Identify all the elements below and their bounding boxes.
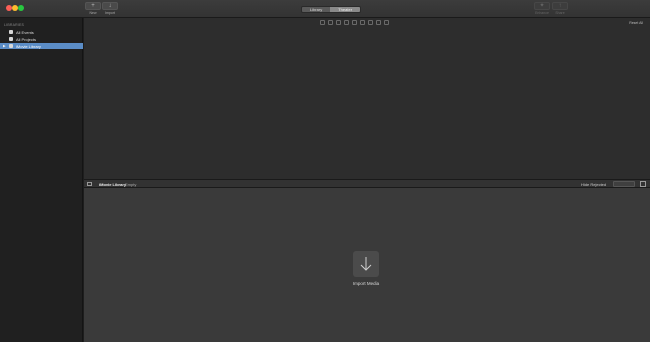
speed-icon[interactable] xyxy=(368,20,373,25)
import-arrow-icon: ↓ xyxy=(102,2,118,10)
clip-filter-icon[interactable] xyxy=(376,20,381,25)
sidebar-toggle-icon[interactable] xyxy=(87,182,92,186)
tab-theater[interactable]: Theater xyxy=(330,7,361,12)
sidebar-item-label: All Projects xyxy=(16,36,37,42)
sidebar-item-imovie-library[interactable]: ▶ iMovie Library xyxy=(0,43,83,49)
toolbar: + New ↓ Import Library Theater ✦ Enhance… xyxy=(0,0,650,18)
sidebar-header: LIBRARIES xyxy=(4,23,25,27)
tab-library[interactable]: Library xyxy=(302,7,331,12)
viewer: Reset All xyxy=(84,18,650,179)
view-switcher: Library Theater xyxy=(301,6,362,13)
import-media-button[interactable] xyxy=(353,251,379,277)
adjustment-toolbar xyxy=(320,20,389,25)
new-label: New xyxy=(89,11,97,15)
film-icon xyxy=(9,37,13,41)
noise-reduction-icon[interactable] xyxy=(360,20,365,25)
stabilization-icon[interactable] xyxy=(344,20,349,25)
color-balance-icon[interactable] xyxy=(320,20,325,25)
maximize-window-button[interactable] xyxy=(18,5,24,11)
libraries-sidebar: LIBRARIES All Events All Projects ▶ iMov… xyxy=(0,18,83,342)
import-label: Import xyxy=(105,11,115,15)
enhance-label: Enhance xyxy=(535,11,549,15)
share-label: Share xyxy=(555,11,565,15)
sidebar-item-label: All Events xyxy=(16,29,34,35)
media-browser: Import Media xyxy=(84,188,650,342)
sidebar-item-all-projects[interactable]: All Projects xyxy=(0,36,83,42)
sidebar-item-all-events[interactable]: All Events xyxy=(0,29,83,35)
plus-icon: + xyxy=(85,2,101,10)
import-button[interactable]: ↓ Import xyxy=(101,2,119,15)
search-input[interactable] xyxy=(613,181,635,187)
enhance-button[interactable]: ✦ Enhance xyxy=(533,2,551,15)
crop-icon[interactable] xyxy=(336,20,341,25)
library-icon xyxy=(9,44,13,48)
hide-rejected-popup[interactable]: Hide Rejected xyxy=(581,182,606,187)
new-button[interactable]: + New xyxy=(84,2,102,15)
star-icon xyxy=(9,30,13,34)
share-button[interactable]: ↑ Share xyxy=(551,2,569,15)
library-name: iMovie Library xyxy=(99,182,127,187)
color-correction-icon[interactable] xyxy=(328,20,333,25)
share-icon: ↑ xyxy=(552,2,568,10)
disclosure-triangle-icon[interactable]: ▶ xyxy=(3,44,6,48)
filter-popup[interactable]: Empty xyxy=(125,182,136,187)
down-arrow-icon xyxy=(360,257,372,271)
volume-icon[interactable] xyxy=(352,20,357,25)
browser-bar: iMovie Library Empty Hide Rejected xyxy=(84,179,650,188)
magic-wand-icon: ✦ xyxy=(534,2,550,10)
reset-all-button[interactable]: Reset All xyxy=(629,21,643,25)
import-media-label: Import Media xyxy=(352,281,380,286)
info-icon[interactable] xyxy=(384,20,389,25)
sidebar-item-label: iMovie Library xyxy=(16,43,41,49)
clip-appearance-icon[interactable] xyxy=(640,181,646,187)
